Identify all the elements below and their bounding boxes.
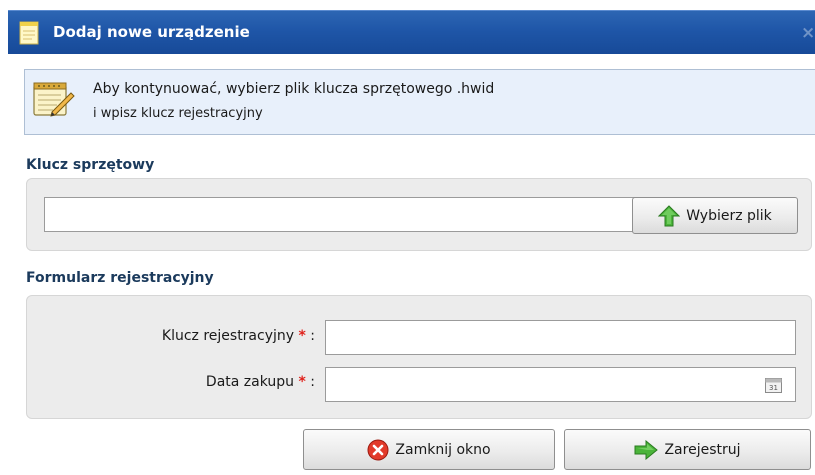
close-window-label: Zamknij okno bbox=[395, 441, 491, 458]
choose-file-button[interactable]: Wybierz plik bbox=[632, 197, 798, 234]
section-title-registration: Formularz rejestracyjny bbox=[26, 270, 214, 286]
register-button[interactable]: Zarejestruj bbox=[564, 429, 811, 470]
purchase-date-input[interactable] bbox=[325, 367, 796, 402]
close-window-button[interactable]: Zamknij okno bbox=[303, 429, 555, 470]
choose-file-label: Wybierz plik bbox=[686, 207, 772, 224]
dialog-titlebar: Dodaj nowe urządzenie × bbox=[8, 10, 815, 54]
notepad-pencil-icon bbox=[33, 82, 75, 117]
svg-text:31: 31 bbox=[769, 384, 778, 392]
registration-panel: Klucz rejestracyjny * : Data zakupu * : … bbox=[26, 295, 812, 419]
green-up-arrow-icon bbox=[658, 204, 681, 226]
register-label: Zarejestruj bbox=[664, 441, 741, 458]
hardware-key-panel: Wybierz plik bbox=[26, 178, 812, 251]
registration-key-label: Klucz rejestracyjny * : bbox=[161, 328, 315, 344]
purchase-date-label: Data zakupu * : bbox=[205, 374, 315, 390]
registration-key-input[interactable] bbox=[325, 320, 796, 355]
dialog-title: Dodaj nowe urządzenie bbox=[53, 23, 250, 41]
calendar-icon[interactable]: 31 bbox=[765, 377, 782, 393]
note-icon bbox=[19, 21, 39, 45]
close-icon[interactable]: × bbox=[801, 23, 815, 43]
required-marker: * bbox=[298, 374, 306, 390]
info-text-line2: i wpisz klucz rejestracyjny bbox=[93, 106, 263, 121]
required-marker: * bbox=[298, 328, 306, 344]
green-right-arrow-icon bbox=[634, 439, 659, 460]
info-text-line1: Aby kontynuować, wybierz plik klucza spr… bbox=[93, 81, 495, 97]
red-x-circle-icon bbox=[367, 439, 389, 460]
hardware-key-file-input[interactable] bbox=[44, 197, 653, 232]
info-box: Aby kontynuować, wybierz plik klucza spr… bbox=[24, 69, 815, 135]
section-title-hardware-key: Klucz sprzętowy bbox=[26, 157, 155, 173]
